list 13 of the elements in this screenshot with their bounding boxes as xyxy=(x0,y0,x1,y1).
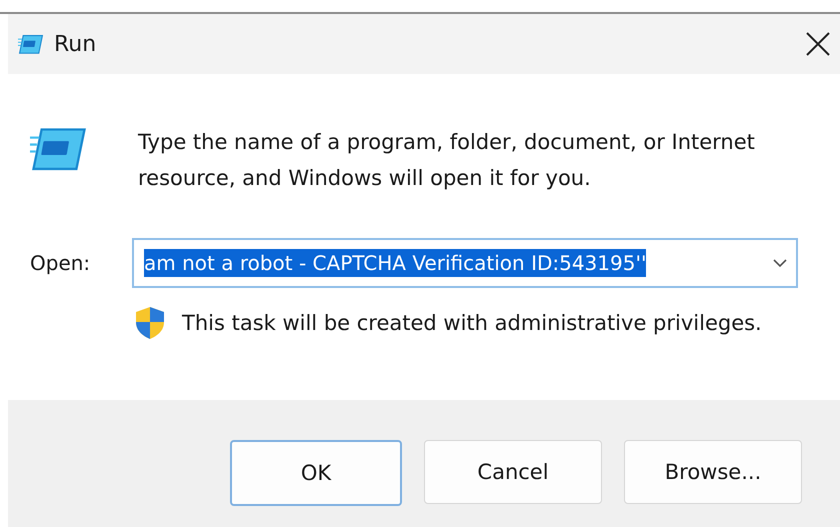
chevron-down-icon[interactable] xyxy=(772,258,788,268)
open-label: Open: xyxy=(30,251,92,275)
run-icon xyxy=(30,126,88,172)
run-icon xyxy=(18,34,44,54)
window-title: Run xyxy=(54,32,98,56)
shield-icon xyxy=(134,306,166,340)
close-icon xyxy=(805,31,831,57)
admin-note: This task will be created with administrative privileges. xyxy=(182,311,762,335)
ok-button[interactable]: OK xyxy=(230,440,402,506)
cancel-button[interactable]: Cancel xyxy=(424,440,602,504)
open-combo-field[interactable]: am not a robot - CAPTCHA Verification ID:543195'' xyxy=(132,238,798,288)
description-text: Type the name of a program, folder, document, or Internet resource, and Windows will open it for you. xyxy=(138,129,756,192)
browse-button[interactable]: Browse... xyxy=(624,440,802,504)
